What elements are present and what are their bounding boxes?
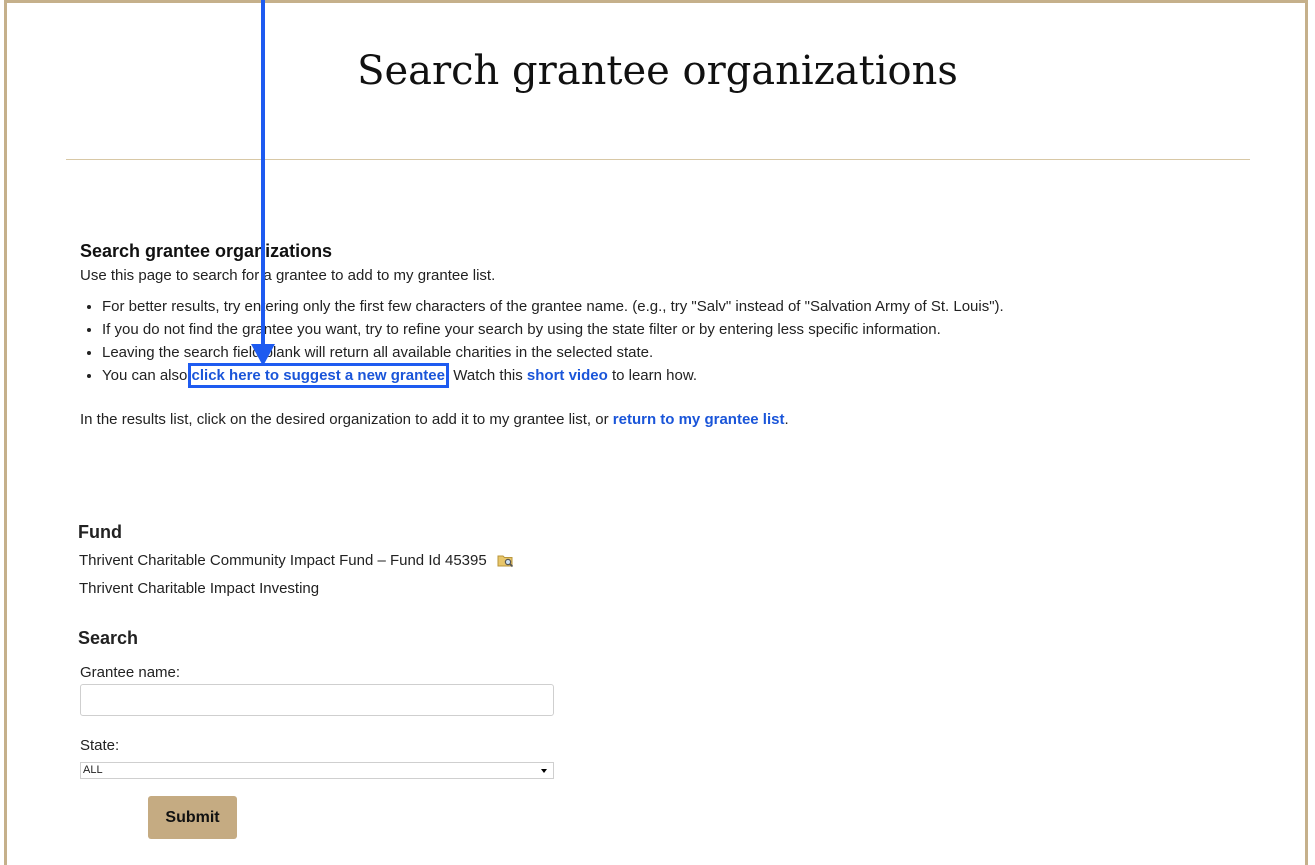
page-title: Search grantee organizations	[357, 48, 958, 94]
annotation-arrow-head-icon	[251, 344, 275, 366]
results-note: In the results list, click on the desire…	[80, 408, 1280, 431]
suggest-prefix: You can also	[102, 367, 192, 384]
fund-name: Thrivent Charitable Community Impact Fun…	[79, 552, 487, 569]
suggest-suffix: to learn how.	[607, 367, 698, 384]
fund-name-row: Thrivent Charitable Community Impact Fun…	[79, 552, 515, 569]
short-video-link[interactable]: short video	[527, 367, 608, 384]
state-label: State:	[80, 737, 120, 754]
suggest-middle: . Watch this	[444, 367, 527, 384]
list-item: Leaving the search field blank will retu…	[102, 341, 1280, 364]
fund-program: Thrivent Charitable Impact Investing	[79, 580, 320, 597]
state-select[interactable]: ALL	[80, 762, 554, 779]
suggest-grantee-link[interactable]: click here to suggest a new grantee	[187, 363, 449, 388]
folder-search-icon[interactable]	[497, 553, 515, 568]
title-divider	[66, 159, 1250, 160]
submit-button[interactable]: Submit	[148, 796, 237, 839]
fund-heading: Fund	[78, 522, 122, 542]
intro-text: Use this page to search for a grantee to…	[80, 267, 496, 284]
list-item: For better results, try entering only th…	[102, 295, 1280, 318]
tips-list: For better results, try entering only th…	[80, 295, 1280, 388]
intro-heading: Search grantee organizations	[80, 241, 333, 261]
search-heading: Search	[78, 628, 139, 648]
grantee-name-label: Grantee name:	[80, 664, 181, 681]
results-suffix: .	[784, 411, 789, 428]
chevron-down-icon	[541, 769, 547, 773]
intro-section: Search grantee organizations Use this pa…	[80, 240, 1280, 446]
grantee-name-input[interactable]	[80, 684, 554, 716]
state-selected-value: ALL	[83, 764, 103, 776]
results-prefix: In the results list, click on the desire…	[80, 411, 613, 428]
list-item: If you do not find the grantee you want,…	[102, 318, 1280, 341]
return-to-grantee-list-link[interactable]: return to my grantee list	[613, 411, 785, 428]
list-item: You can also click here to suggest a new…	[102, 363, 1280, 388]
annotation-arrow-line	[261, 0, 265, 350]
